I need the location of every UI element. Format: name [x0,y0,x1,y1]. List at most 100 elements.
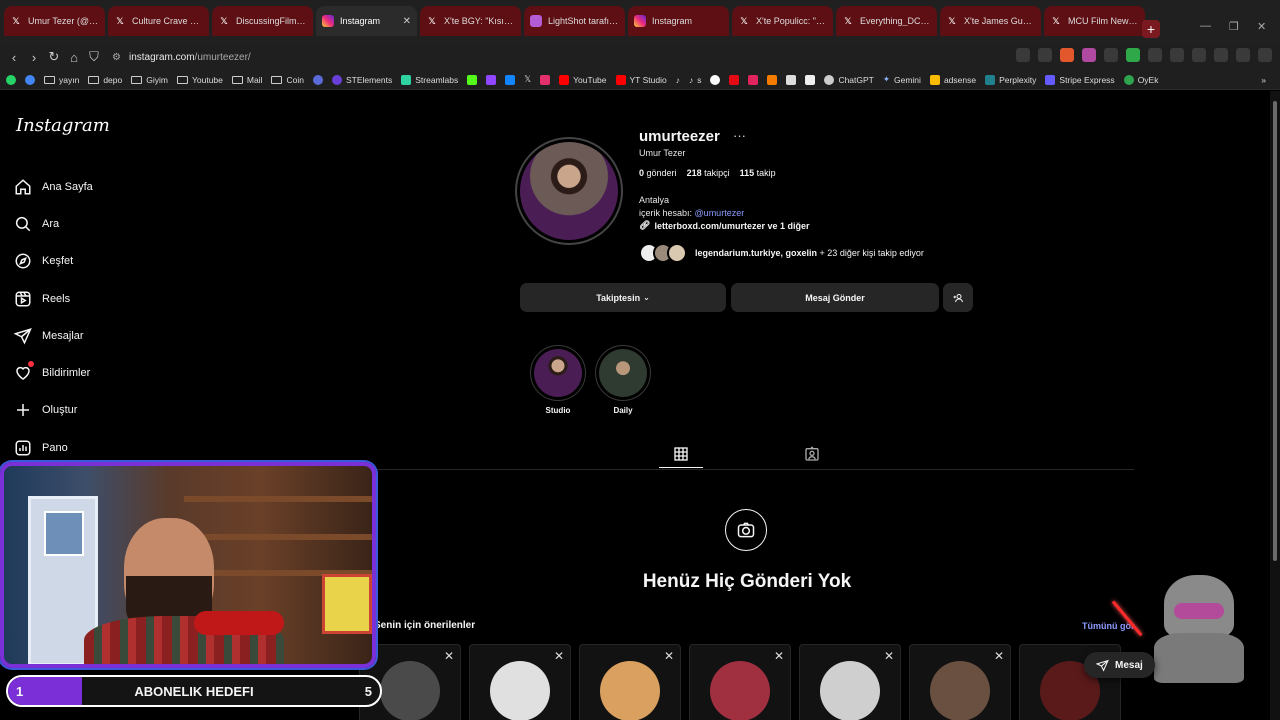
bookmark-link[interactable] [786,74,797,85]
suggestion-card[interactable]: ✕ [579,644,681,720]
tab-posts[interactable] [659,446,703,468]
following-stat[interactable]: 115 takip [740,168,776,178]
bookmark-link[interactable]: ✦ Gemini [883,74,921,85]
site-info-icon[interactable]: ⚙ [112,52,121,63]
bookmark-link[interactable]: ♪ s [689,75,702,85]
extension-icon[interactable] [1038,48,1052,62]
close-window-icon[interactable]: ✕ [1257,20,1266,33]
close-tab-icon[interactable]: ✕ [403,16,411,27]
profile-external-link[interactable]: 🔗︎ letterboxd.com/umurtezer ve 1 diğer [639,220,809,231]
bookmark-google[interactable] [25,74,35,85]
sidebar-item-explore[interactable]: Keşfet [14,243,93,280]
bookmark-link[interactable]: ChatGPT [824,74,874,85]
bookmark-link[interactable] [767,74,778,85]
bookmark-link[interactable]: ♪ [676,75,680,85]
highlight-studio[interactable]: Studio [530,345,586,415]
browser-tab[interactable]: 𝕏 X'te Populicc: "Jame [732,6,833,36]
suggestion-card[interactable]: ✕ [909,644,1011,720]
bookmark-link[interactable] [710,74,721,85]
browser-tab[interactable]: LightShot tarafından [524,6,625,36]
extension-icon[interactable] [1016,48,1030,62]
bookmark-link[interactable]: Streamlabs [401,74,458,85]
bookmark-link[interactable]: Stripe Express [1045,74,1115,85]
extension-icon[interactable] [1148,48,1162,62]
sidebar-toggle-icon[interactable] [1192,48,1206,62]
sidebar-item-dashboard[interactable]: Pano [14,429,93,466]
bookmark-link[interactable] [505,74,516,85]
bio-mention-link[interactable]: @umurtezer [695,208,745,218]
bookmark-link[interactable]: adsense [929,74,976,85]
dismiss-icon[interactable]: ✕ [444,649,454,663]
dismiss-icon[interactable]: ✕ [774,649,784,663]
messages-float-button[interactable]: Mesaj [1084,652,1155,678]
browser-tab[interactable]: 𝕏 DiscussingFilm (@D [212,6,313,36]
browser-tab[interactable]: 𝕏 Culture Crave 🍿 (@ [108,6,209,36]
bookmark-link[interactable]: YT Studio [615,74,667,85]
bookmark-folder[interactable]: yayın [44,75,79,85]
bookmark-link[interactable] [748,74,759,85]
browser-tab[interactable]: Instagram [628,6,729,36]
browser-tab-active[interactable]: Instagram ✕ [316,6,417,36]
followers-stat[interactable]: 218 takipçi [687,168,730,178]
minimize-icon[interactable]: — [1200,20,1211,32]
suggest-people-button[interactable] [943,283,973,312]
address-bar[interactable]: ⚙ instagram.com/umurteezer/ [112,48,251,66]
home-browser-icon[interactable]: ⌂ [64,50,84,65]
extension-icon[interactable] [1104,48,1118,62]
bookmark-whatsapp[interactable] [6,74,16,85]
vpn-icon[interactable] [1236,48,1250,62]
bookmark-link[interactable] [467,74,478,85]
bookmark-link[interactable]: STElements [331,74,392,85]
page-scrollbar[interactable] [1270,91,1280,720]
scrollbar-thumb[interactable] [1273,101,1277,561]
bookmark-folder[interactable]: Giyim [131,75,168,85]
reload-icon[interactable]: ↻ [44,49,64,65]
sidebar-item-home[interactable]: Ana Sayfa [14,168,93,205]
restore-icon[interactable]: ❐ [1229,20,1239,33]
message-button[interactable]: Mesaj Gönder [731,283,939,312]
new-tab-button[interactable]: + [1142,20,1160,38]
sidebar-item-notifications[interactable]: Bildirimler [14,354,93,391]
dismiss-icon[interactable]: ✕ [664,649,674,663]
bookmark-link[interactable] [312,74,323,85]
menu-icon[interactable] [1258,48,1272,62]
bookmark-folder[interactable]: Youtube [176,75,223,85]
highlight-daily[interactable]: Daily [595,345,651,415]
browser-tab[interactable]: 𝕏 X'te BGY: "Kısıtlama [420,6,521,36]
bookmark-link[interactable] [805,74,816,85]
bookmark-link[interactable] [729,74,740,85]
instagram-logo[interactable]: Instagram [16,115,110,136]
bookmark-link[interactable]: 𝕏 [524,74,531,85]
more-bookmarks-icon[interactable]: » [1261,75,1266,85]
following-button[interactable]: Takiptesin ⌄ [520,283,726,312]
bookmark-folder[interactable]: Coin [271,75,304,85]
sidebar-item-messages[interactable]: Mesajlar [14,317,93,354]
dismiss-icon[interactable]: ✕ [994,649,1004,663]
suggestion-card[interactable]: ✕ [689,644,791,720]
browser-tab[interactable]: 𝕏 Everything_DCU (@ [836,6,937,36]
bookmark-icon[interactable]: ⛉ [84,49,104,65]
bookmark-link[interactable] [540,74,551,85]
dismiss-icon[interactable]: ✕ [554,649,564,663]
bookmark-link[interactable]: YouTube [559,74,607,85]
bookmark-folder[interactable]: depo [88,75,122,85]
suggestion-card[interactable]: ✕ [799,644,901,720]
sidebar-item-create[interactable]: Oluştur [14,392,93,429]
tab-tagged[interactable] [804,446,820,462]
back-icon[interactable]: ‹ [4,50,24,65]
wallet-icon[interactable] [1214,48,1228,62]
browser-tab[interactable]: 𝕏 Umur Tezer (@Umu [4,6,105,36]
see-all-link[interactable]: Tümünü gör [1082,621,1135,631]
sidebar-item-reels[interactable]: Reels [14,280,93,317]
followed-by[interactable]: legendarium.turkiye, goxelin + 23 diğer … [639,243,924,263]
forward-icon[interactable]: › [24,50,44,65]
sidebar-item-search[interactable]: Ara [14,205,93,242]
suggestion-card[interactable]: ✕ [469,644,571,720]
extension-icon[interactable] [1126,48,1140,62]
browser-tab[interactable]: 𝕏 X'te James Gunn: "I [940,6,1041,36]
extension-icon[interactable] [1082,48,1096,62]
bookmark-link[interactable]: Perplexity [985,74,1036,85]
dismiss-icon[interactable]: ✕ [884,649,894,663]
profile-avatar[interactable] [515,137,623,245]
browser-tab[interactable]: 𝕏 MCU Film News (@ [1044,6,1145,36]
